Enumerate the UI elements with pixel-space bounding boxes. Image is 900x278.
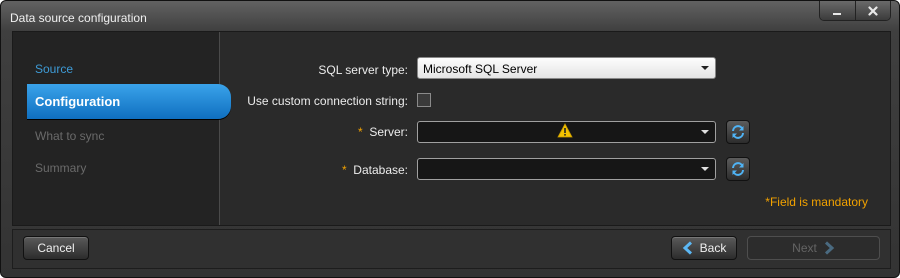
- database-label-text: Database:: [353, 163, 408, 177]
- refresh-icon: [732, 162, 744, 176]
- server-label: * Server:: [358, 125, 408, 139]
- chevron-down-icon: [701, 66, 709, 70]
- cancel-button-label: Cancel: [37, 241, 75, 255]
- refresh-icon: [732, 125, 744, 139]
- database-select[interactable]: [417, 158, 716, 180]
- custom-connection-checkbox[interactable]: [417, 93, 431, 107]
- chevron-left-icon: [682, 241, 692, 255]
- server-refresh-button[interactable]: [726, 120, 750, 144]
- title-bar: Data source configuration: [1, 1, 899, 31]
- content-panel: Source What to sync Summary Configuratio…: [12, 31, 891, 226]
- chevron-down-icon: [701, 130, 709, 134]
- close-button[interactable]: [854, 1, 890, 20]
- sql-server-type-label: SQL server type:: [318, 63, 408, 77]
- step-configuration-label: Configuration: [35, 94, 121, 109]
- back-button[interactable]: Back: [671, 236, 737, 260]
- window-controls: [819, 1, 891, 21]
- required-marker: *: [357, 125, 363, 139]
- dialog-window: Data source configuration Source What to…: [0, 0, 900, 278]
- step-summary: Summary: [35, 161, 87, 175]
- wizard-steps: Source What to sync Summary: [13, 32, 220, 225]
- warning-icon: [557, 123, 573, 138]
- custom-connection-label: Use custom connection string:: [247, 94, 408, 108]
- next-button: Next: [747, 236, 880, 260]
- mandatory-note: *Field is mandatory: [765, 195, 868, 209]
- chevron-down-icon: [701, 167, 709, 171]
- database-label: * Database:: [342, 163, 408, 177]
- database-refresh-button[interactable]: [726, 157, 750, 181]
- step-source[interactable]: Source: [35, 62, 73, 76]
- required-marker: *: [341, 163, 347, 177]
- sql-server-type-value: Microsoft SQL Server: [423, 62, 538, 76]
- server-label-text: Server:: [369, 125, 408, 139]
- footer-bar: Cancel Back Next: [12, 229, 891, 269]
- close-icon: [868, 5, 878, 16]
- back-button-label: Back: [699, 241, 727, 255]
- minimize-button[interactable]: [820, 1, 855, 20]
- sql-server-type-select[interactable]: Microsoft SQL Server: [417, 57, 716, 79]
- window-title: Data source configuration: [10, 11, 147, 25]
- step-configuration: Configuration: [27, 84, 231, 119]
- step-what-to-sync: What to sync: [35, 129, 105, 143]
- next-button-label: Next: [792, 241, 817, 255]
- chevron-right-icon: [824, 241, 835, 255]
- cancel-button[interactable]: Cancel: [23, 236, 89, 260]
- minimize-icon: [833, 12, 842, 15]
